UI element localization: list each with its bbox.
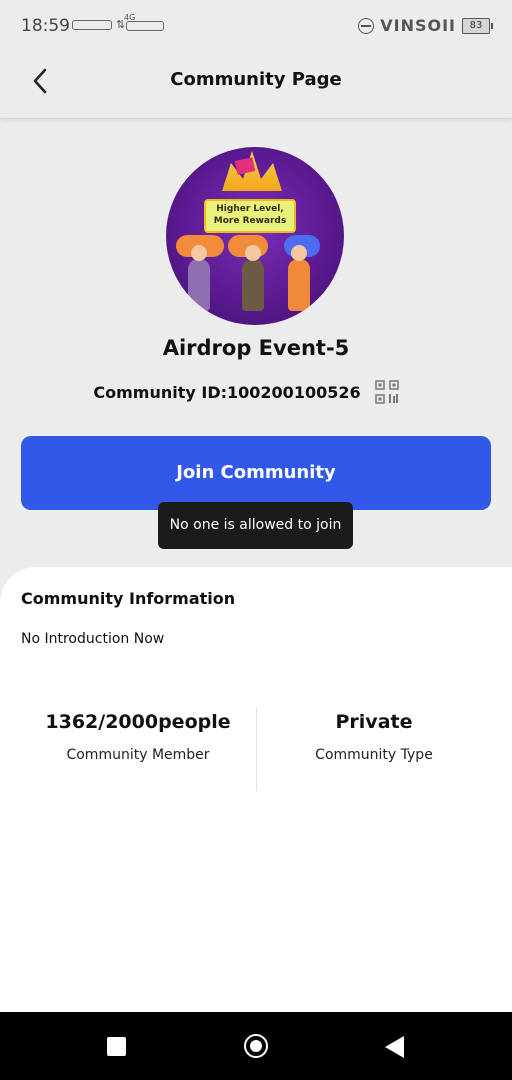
home-circle-icon[interactable] <box>244 1034 268 1058</box>
community-id: Community ID:100200100526 <box>93 382 361 402</box>
avatar-banner: Higher Level, More Rewards <box>204 199 296 233</box>
member-count: 1362/2000people <box>45 711 231 733</box>
join-tooltip: No one is allowed to join <box>158 502 353 549</box>
system-nav-bar <box>0 1012 512 1080</box>
qr-code-icon-graphic <box>374 380 399 404</box>
app-header: Community Page <box>0 52 512 119</box>
data-arrows-icon: ⇅ <box>116 18 126 31</box>
community-id-row: Community ID:100200100526 <box>0 380 512 404</box>
join-community-button[interactable]: Join Community <box>21 436 491 510</box>
info-introduction: No Introduction Now <box>21 631 165 647</box>
qr-code-icon[interactable] <box>374 380 399 404</box>
community-avatar: Higher Level, More Rewards <box>166 147 344 325</box>
recents-square-icon[interactable] <box>107 1037 126 1056</box>
sim2-signal-icon <box>126 21 164 31</box>
battery-icon: 83 <box>462 17 493 34</box>
member-label: Community Member <box>66 747 210 763</box>
community-type-value: Private <box>335 711 413 733</box>
character-figure <box>188 245 210 311</box>
status-time: 18:59 <box>21 16 70 36</box>
type-stat: Private Community Type <box>256 711 492 763</box>
community-name: Airdrop Event-5 <box>162 336 350 360</box>
community-type-label: Community Type <box>315 747 433 763</box>
sim-signal-group <box>72 20 112 30</box>
character-figure <box>288 245 310 311</box>
status-right-group: VINSOII 83 <box>358 16 493 35</box>
info-title: Community Information <box>21 589 236 608</box>
page-title: Community Page <box>170 69 342 90</box>
member-stat: 1362/2000people Community Member <box>20 711 256 763</box>
character-figure <box>242 245 264 311</box>
community-info-card: Community Information No Introduction No… <box>0 567 512 1012</box>
back-triangle-icon[interactable] <box>385 1036 404 1058</box>
carrier-name: VINSOII <box>380 16 456 35</box>
status-bar: 18:59 4G ⇅ VINSOII 83 <box>0 0 512 52</box>
do-not-disturb-icon <box>358 17 375 34</box>
sim-signal-icon <box>72 20 112 30</box>
